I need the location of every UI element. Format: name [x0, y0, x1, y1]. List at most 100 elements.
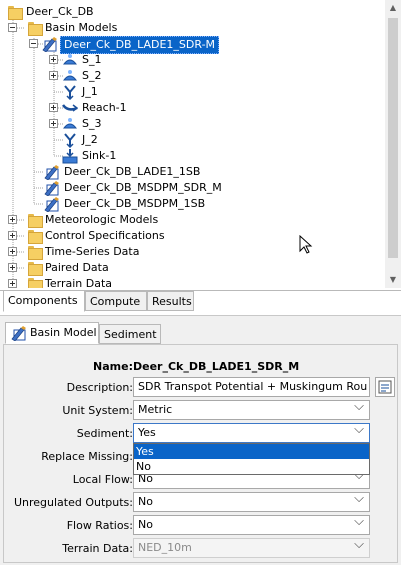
tree-element-s2[interactable]: S_2 [49, 68, 149, 84]
tab-basin-model[interactable]: Basin Model [5, 322, 99, 344]
expand-icon[interactable] [8, 263, 17, 272]
tree-folder-paired-data[interactable]: Paired Data [8, 260, 208, 276]
tree-folder-terrain-data[interactable]: Terrain Data [8, 276, 208, 288]
edit-notes-icon [378, 380, 392, 394]
sediment-option-no[interactable]: No [134, 459, 369, 474]
basin-model-icon [44, 181, 59, 196]
folder-icon [28, 214, 43, 228]
reach-icon [62, 104, 78, 112]
tree-element-label: S_1 [82, 53, 102, 66]
terrain-data-select: NED_10m [133, 538, 370, 558]
expand-icon[interactable] [8, 215, 17, 224]
expand-icon[interactable] [8, 231, 17, 240]
folder-icon [28, 230, 43, 244]
sediment-option-yes[interactable]: Yes [134, 444, 369, 459]
tree-element-label: J_2 [82, 133, 98, 146]
tree-root[interactable]: Deer_Ck_DB [8, 4, 208, 20]
tab-basin-model-label: Basin Model [30, 326, 97, 339]
tree-basin-model-label: Deer_Ck_DB_MSDPM_SDR_M [64, 181, 222, 194]
unregulated-outputs-select[interactable]: No [133, 492, 370, 512]
tree-element-label: Reach-1 [82, 101, 127, 114]
basin-model-icon [44, 165, 59, 180]
unit-system-select[interactable]: Metric [133, 400, 370, 420]
tree-folder-label: Paired Data [45, 261, 109, 274]
basin-model-icon [44, 197, 59, 212]
folder-icon [28, 246, 43, 260]
tree-folder-control-specifications[interactable]: Control Specifications [8, 228, 208, 244]
name-value: Deer_Ck_DB_LADE1_SDR_M [133, 360, 300, 373]
basin-model-icon [11, 326, 26, 341]
description-input[interactable]: SDR Transpot Potential + Muskingum Rou [133, 377, 370, 397]
local-flow-label: Local Flow: [72, 473, 133, 486]
folder-icon [28, 278, 43, 288]
tab-results[interactable]: Results [147, 291, 194, 311]
tree-selected-basin-model[interactable]: Deer_Ck_DB_LADE1_SDR-M [29, 36, 269, 54]
expand-icon[interactable] [49, 71, 58, 80]
basin-model-icon [42, 37, 57, 52]
collapse-icon[interactable] [8, 23, 17, 32]
unit-system-label: Unit System: [62, 404, 133, 417]
expand-icon[interactable] [49, 55, 58, 64]
tree-basin-models[interactable]: Basin Models [8, 20, 208, 36]
flow-ratios-label: Flow Ratios: [66, 519, 133, 532]
junction-icon [64, 133, 76, 148]
tab-compute[interactable]: Compute [85, 291, 147, 311]
tree-root-label: Deer_Ck_DB [26, 5, 94, 18]
tree-basin-model[interactable]: Deer_Ck_DB_LADE1_1SB [44, 164, 264, 180]
replace-missing-label: Replace Missing: [41, 450, 133, 463]
description-label: Description: [66, 381, 133, 394]
unregulated-outputs-label: Unregulated Outputs: [13, 496, 133, 509]
terrain-data-label: Terrain Data: [62, 542, 133, 555]
tree-basin-models-label: Basin Models [45, 21, 118, 34]
folder-icon [28, 22, 43, 36]
scroll-thumb[interactable] [388, 18, 398, 258]
subbasin-icon [62, 54, 78, 65]
tree-element-label: S_3 [82, 117, 102, 130]
watershed-explorer-tree: Deer_Ck_DB Basin Models Deer_Ck_DB_LADE1… [0, 0, 401, 288]
tree-element-j1[interactable]: J_1 [49, 84, 149, 100]
tree-folder-label: Time-Series Data [45, 245, 140, 258]
tree-element-s1[interactable]: S_1 [49, 52, 149, 68]
expand-icon[interactable] [8, 279, 17, 288]
tree-basin-model[interactable]: Deer_Ck_DB_MSDPM_1SB [44, 196, 264, 212]
explorer-tabs: Components Compute Results [0, 290, 401, 312]
tree-element-s3[interactable]: S_3 [49, 116, 149, 132]
tree-element-label: S_2 [82, 69, 102, 82]
tree-basin-model[interactable]: Deer_Ck_DB_MSDPM_SDR_M [44, 180, 264, 196]
tab-components[interactable]: Components [3, 290, 85, 312]
tree-vertical-scrollbar[interactable]: ▲ ▼ [385, 0, 401, 288]
description-editor-button[interactable] [375, 377, 395, 397]
tree-folder-label: Meteorologic Models [45, 213, 159, 226]
folder-icon [28, 262, 43, 276]
tree-element-label: Sink-1 [82, 149, 117, 162]
flow-ratios-select[interactable]: No [133, 515, 370, 535]
tree-element-label: J_1 [82, 85, 98, 98]
mouse-pointer-icon [299, 235, 313, 254]
expand-icon[interactable] [8, 247, 17, 256]
expand-icon[interactable] [49, 103, 58, 112]
tab-sediment[interactable]: Sediment [99, 324, 161, 344]
tree-folder-meteorologic-models[interactable]: Meteorologic Models [8, 212, 208, 228]
tree-element-j2[interactable]: J_2 [49, 132, 149, 148]
sediment-dropdown-list[interactable]: Yes No [133, 443, 370, 475]
collapse-icon[interactable] [29, 39, 38, 48]
sink-icon [62, 149, 78, 164]
scroll-down-icon[interactable]: ▼ [385, 272, 401, 288]
folder-icon [8, 6, 23, 20]
sediment-select[interactable]: Yes [133, 423, 370, 443]
tree-folder-label: Terrain Data [45, 277, 112, 288]
subbasin-icon [62, 118, 78, 129]
expand-icon[interactable] [49, 119, 58, 128]
tree-element-reach1[interactable]: Reach-1 [49, 100, 169, 116]
subbasin-icon [62, 70, 78, 81]
tree-element-sink1[interactable]: Sink-1 [49, 148, 149, 164]
scroll-up-icon[interactable]: ▲ [385, 0, 401, 16]
tree-basin-model-label: Deer_Ck_DB_LADE1_1SB [64, 165, 201, 178]
junction-icon [64, 85, 76, 100]
name-label: Name: [93, 360, 133, 373]
property-tabs: Basin Model Sediment [0, 322, 401, 344]
tree-basin-model-label: Deer_Ck_DB_MSDPM_1SB [64, 197, 206, 210]
sediment-label: Sediment: [76, 427, 133, 440]
tree-folder-label: Control Specifications [45, 229, 165, 242]
tree-folder-time-series-data[interactable]: Time-Series Data [8, 244, 208, 260]
